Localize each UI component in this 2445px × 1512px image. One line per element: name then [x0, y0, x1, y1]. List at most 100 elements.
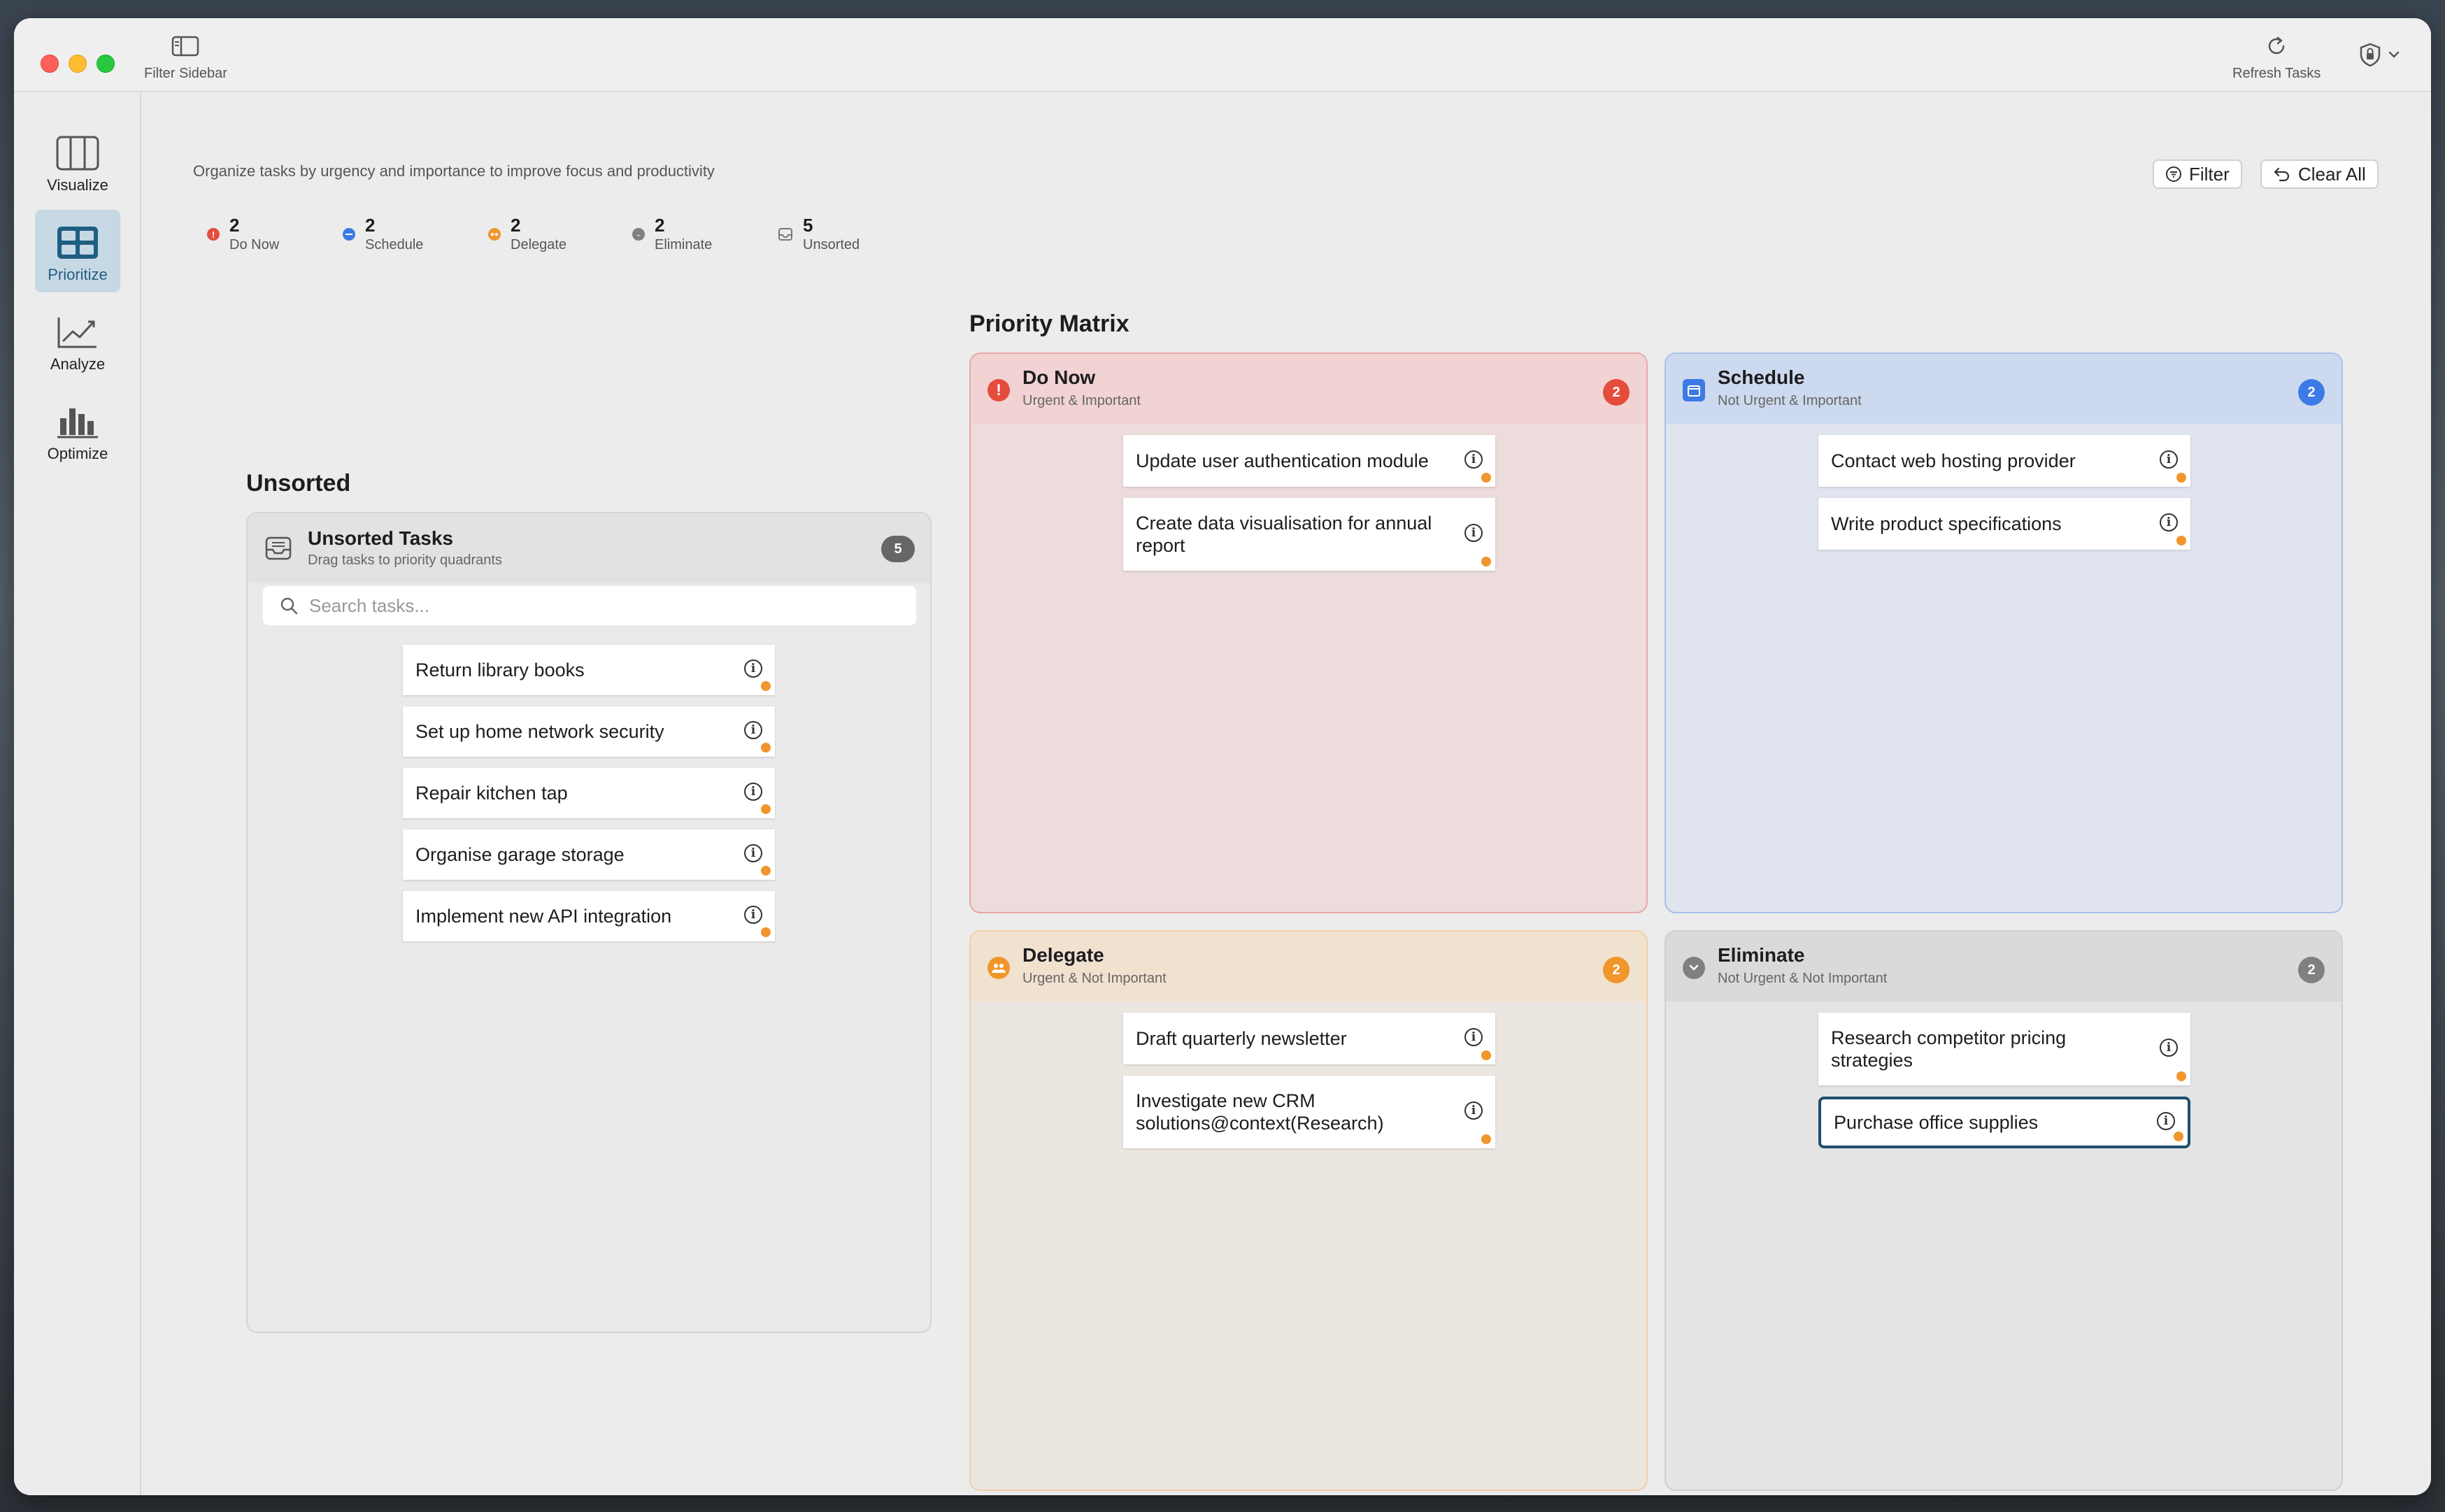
chevron-down-circle-icon [1683, 957, 1705, 979]
trend-chart-icon [57, 318, 97, 348]
account-menu-button[interactable] [2358, 42, 2400, 67]
info-icon[interactable]: i [1464, 1101, 1483, 1120]
search-placeholder: Search tasks... [309, 594, 429, 616]
info-icon[interactable]: i [744, 659, 762, 678]
priority-dot [2176, 1071, 2186, 1081]
summary-chip-schedule[interactable]: 2 Schedule [329, 206, 446, 263]
app-window: Filter Sidebar Refresh Tasks Visualize P… [14, 18, 2431, 1495]
alert-icon: ! [207, 228, 220, 241]
quadrant-header: Delegate Urgent & Not Important 2 [971, 932, 1646, 1001]
summary-count: 2 [655, 214, 665, 236]
task-card[interactable]: Create data visualisation for annual rep… [1123, 498, 1495, 571]
priority-dot [2176, 473, 2186, 483]
close-window-button[interactable] [41, 55, 59, 73]
task-card[interactable]: Implement new API integration i [403, 891, 775, 941]
summary-count: 2 [229, 214, 240, 236]
inbox-icon [265, 536, 292, 560]
summary-chip-delegate[interactable]: ●● 2 Delegate [474, 206, 590, 263]
summary-label: Schedule [365, 236, 424, 252]
task-card[interactable]: Investigate new CRM solutions@context(Re… [1123, 1076, 1495, 1148]
sidebar-item-optimize[interactable]: Optimize [35, 389, 120, 471]
priority-matrix-title: Priority Matrix [969, 311, 1129, 337]
quadrant-do-now[interactable]: ! Do Now Urgent & Important 2 Update use… [969, 352, 1648, 913]
calendar-icon [1683, 379, 1705, 401]
task-card-selected[interactable]: Purchase office supplies i [1818, 1097, 2190, 1148]
minimize-window-button[interactable] [69, 55, 87, 73]
info-icon[interactable]: i [744, 906, 762, 924]
quadrant-title: Eliminate [1718, 944, 1805, 966]
search-input[interactable]: Search tasks... [263, 586, 916, 625]
task-card[interactable]: Write product specifications i [1818, 498, 2190, 550]
filter-label: Filter [2189, 163, 2230, 185]
task-title: Investigate new CRM solutions@context(Re… [1136, 1090, 1384, 1134]
summary-chip-do-now[interactable]: ! 2 Do Now [193, 206, 299, 263]
task-card[interactable]: Repair kitchen tap i [403, 768, 775, 818]
calendar-icon [343, 228, 355, 241]
priority-dot [2174, 1132, 2183, 1141]
info-icon[interactable]: i [1464, 524, 1483, 542]
people-icon: ●● [488, 228, 501, 241]
task-title: Draft quarterly newsletter [1136, 1027, 1347, 1049]
info-icon[interactable]: i [1464, 450, 1483, 469]
info-icon[interactable]: i [2160, 1039, 2178, 1057]
quadrant-title: Schedule [1718, 366, 1805, 388]
inbox-icon [778, 228, 792, 241]
filter-sidebar-button[interactable]: Filter Sidebar [144, 31, 227, 82]
chevron-down-circle-icon: ⌄ [632, 228, 645, 241]
info-icon[interactable]: i [744, 844, 762, 862]
quadrant-schedule[interactable]: Schedule Not Urgent & Important 2 Contac… [1665, 352, 2343, 913]
task-card[interactable]: Set up home network security i [403, 706, 775, 757]
undo-icon [2274, 167, 2290, 182]
quadrant-eliminate[interactable]: Eliminate Not Urgent & Not Important 2 R… [1665, 930, 2343, 1491]
task-card[interactable]: Research competitor pricing strategies i [1818, 1013, 2190, 1085]
summary-count: 2 [511, 214, 521, 236]
quadrant-count-badge: 2 [2298, 379, 2325, 406]
sidebar-toggle-icon [171, 31, 199, 62]
task-title: Organise garage storage [415, 843, 625, 865]
priority-dot [761, 743, 771, 753]
task-title: Return library books [415, 659, 585, 680]
info-icon[interactable]: i [744, 783, 762, 801]
quadrant-delegate[interactable]: Delegate Urgent & Not Important 2 Draft … [969, 930, 1648, 1491]
summary-label: Eliminate [655, 236, 713, 252]
task-card[interactable]: Contact web hosting provider i [1818, 435, 2190, 487]
zoom-window-button[interactable] [97, 55, 115, 73]
sidebar-item-analyze[interactable]: Analyze [35, 299, 120, 382]
task-title: Research competitor pricing strategies [1831, 1027, 2067, 1071]
priority-dot [1481, 473, 1491, 483]
filter-sidebar-label: Filter Sidebar [144, 66, 227, 81]
alert-icon: ! [988, 379, 1010, 401]
info-icon[interactable]: i [2160, 513, 2178, 532]
sidebar-item-visualize[interactable]: Visualize [35, 120, 120, 203]
unsorted-panel-subtitle: Drag tasks to priority quadrants [308, 552, 502, 568]
quadrant-header: Schedule Not Urgent & Important 2 [1666, 354, 2341, 424]
task-card[interactable]: Draft quarterly newsletter i [1123, 1013, 1495, 1064]
priority-dot [1481, 557, 1491, 566]
quadrant-title: Do Now [1022, 366, 1096, 388]
quadrant-subtitle: Urgent & Not Important [1022, 971, 1167, 986]
info-icon[interactable]: i [2160, 450, 2178, 469]
info-icon[interactable]: i [1464, 1028, 1483, 1046]
unsorted-count-badge: 5 [881, 536, 915, 562]
info-icon[interactable]: i [744, 721, 762, 739]
task-title: Set up home network security [415, 720, 664, 742]
summary-chip-eliminate[interactable]: ⌄ 2 Eliminate [618, 206, 736, 263]
refresh-tasks-button[interactable]: Refresh Tasks [2232, 31, 2321, 82]
quadrant-count-badge: 2 [2298, 957, 2325, 983]
sidebar-item-label: Optimize [47, 445, 108, 462]
columns-icon [56, 136, 99, 171]
task-title: Purchase office supplies [1834, 1111, 2039, 1133]
quadrant-title: Delegate [1022, 944, 1104, 966]
main-content: Organize tasks by urgency and importance… [141, 92, 2431, 1495]
filter-button[interactable]: Filter [2153, 159, 2242, 189]
quadrant-subtitle: Not Urgent & Not Important [1718, 971, 1888, 986]
task-card[interactable]: Update user authentication module i [1123, 435, 1495, 487]
clear-all-button[interactable]: Clear All [2260, 159, 2379, 189]
task-card[interactable]: Return library books i [403, 645, 775, 695]
task-card[interactable]: Organise garage storage i [403, 829, 775, 880]
info-icon[interactable]: i [2157, 1112, 2175, 1130]
clear-all-label: Clear All [2298, 163, 2366, 185]
summary-label: Do Now [229, 236, 280, 252]
summary-chip-unsorted[interactable]: 5 Unsorted [764, 206, 884, 263]
sidebar-item-prioritize[interactable]: Prioritize [35, 210, 120, 292]
